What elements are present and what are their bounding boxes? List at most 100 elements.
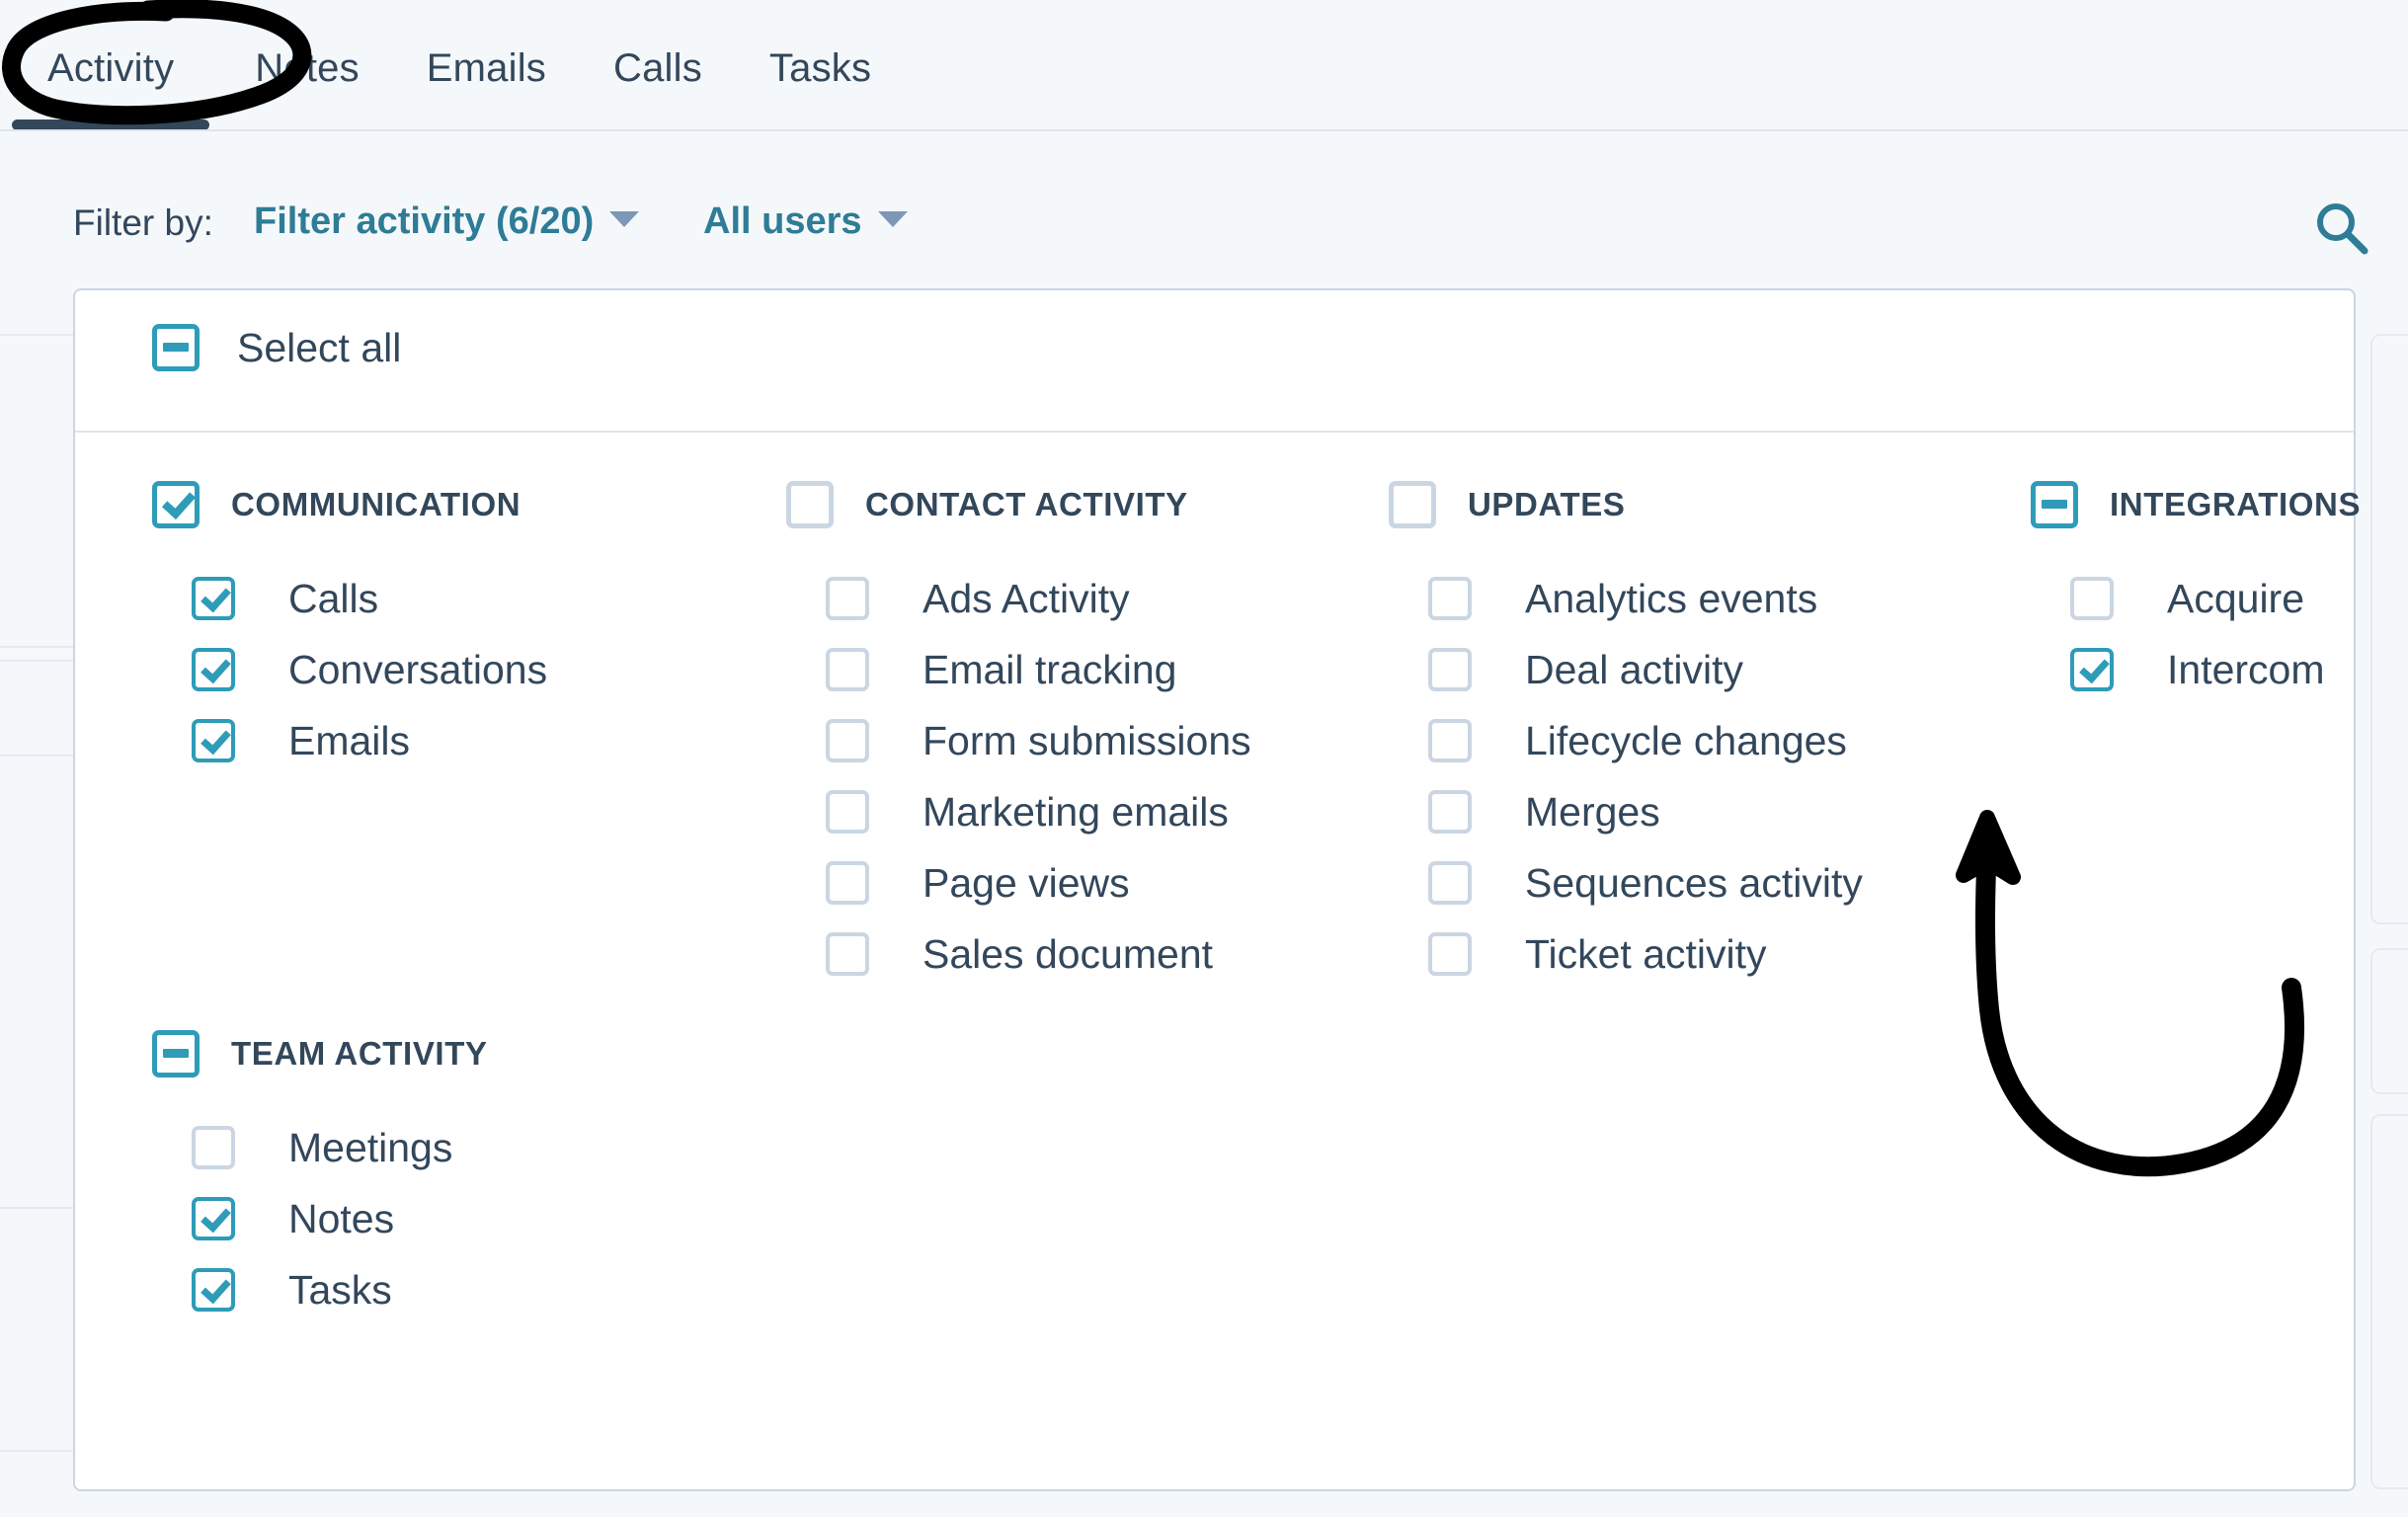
filter-activity-panel: Select all COMMUNICATION Calls Conversatio… xyxy=(73,288,2360,1491)
option-label: Notes xyxy=(288,1195,395,1241)
option-row-form-submissions[interactable]: Form submissions xyxy=(826,705,1379,776)
group-title: CONTACT ACTIVITY xyxy=(865,486,1188,522)
option-row-marketing-emails[interactable]: Marketing emails xyxy=(826,776,1379,847)
tab-emails[interactable]: Emails xyxy=(393,0,580,136)
checkbox-deal-activity[interactable] xyxy=(1428,648,1472,691)
group-header-updates[interactable]: UPDATES xyxy=(1389,472,2001,537)
all-users-dropdown[interactable]: All users xyxy=(703,200,908,243)
group-header-integrations[interactable]: INTEGRATIONS xyxy=(2031,472,2408,537)
checkbox-updates[interactable] xyxy=(1389,481,1436,528)
checkbox-integrations[interactable] xyxy=(2031,481,2078,528)
option-label: Page views xyxy=(923,859,1130,906)
option-label: Ads Activity xyxy=(923,575,1130,621)
option-row-merges[interactable]: Merges xyxy=(1428,776,2001,847)
checkbox-ads-activity[interactable] xyxy=(826,577,869,620)
checkbox-page-views[interactable] xyxy=(826,861,869,905)
tab-label: Notes xyxy=(255,45,360,90)
option-row-page-views[interactable]: Page views xyxy=(826,847,1379,918)
option-list-team-activity: Meetings Notes Tasks xyxy=(152,1112,705,1325)
tab-label: Emails xyxy=(426,45,547,90)
chevron-down-icon xyxy=(609,210,640,227)
option-row-sequences-activity[interactable]: Sequences activity xyxy=(1428,847,2001,918)
checkbox-email-tracking[interactable] xyxy=(826,648,869,691)
option-row-tasks[interactable]: Tasks xyxy=(192,1254,705,1325)
option-row-lifecycle-changes[interactable]: Lifecycle changes xyxy=(1428,705,2001,776)
option-row-email-tracking[interactable]: Email tracking xyxy=(826,634,1379,705)
background-card xyxy=(2370,1114,2408,1489)
option-row-notes[interactable]: Notes xyxy=(192,1183,705,1254)
option-row-sales-document[interactable]: Sales document xyxy=(826,918,1379,990)
checkbox-intercom[interactable] xyxy=(2070,648,2114,691)
option-row-conversations[interactable]: Conversations xyxy=(192,634,705,705)
group-title: COMMUNICATION xyxy=(231,486,522,522)
checkbox-ticket-activity[interactable] xyxy=(1428,932,1472,976)
checkbox-communication[interactable] xyxy=(152,481,200,528)
option-row-acquire[interactable]: Acquire xyxy=(2070,563,2408,634)
option-label: Form submissions xyxy=(923,717,1251,763)
tab-label: Tasks xyxy=(768,45,872,90)
option-row-meetings[interactable]: Meetings xyxy=(192,1112,705,1183)
option-label: Email tracking xyxy=(923,646,1177,692)
filter-column-1: COMMUNICATION Calls Conversations Emails TEA… xyxy=(152,472,705,1325)
tab-bar: Activity Notes Emails Calls Tasks xyxy=(0,0,2408,136)
panel-body: COMMUNICATION Calls Conversations Emails TEA… xyxy=(75,433,2360,1489)
option-label: Deal activity xyxy=(1525,646,1744,692)
checkbox-conversations[interactable] xyxy=(192,648,235,691)
checkbox-sequences-activity[interactable] xyxy=(1428,861,1472,905)
search-icon[interactable] xyxy=(2311,198,2372,259)
filter-column-3: UPDATES Analytics events Deal activity Life… xyxy=(1389,472,2001,990)
checkbox-select-all[interactable] xyxy=(152,324,200,371)
option-row-ads-activity[interactable]: Ads Activity xyxy=(826,563,1379,634)
option-row-calls[interactable]: Calls xyxy=(192,563,705,634)
checkbox-notes[interactable] xyxy=(192,1197,235,1240)
checkbox-emails[interactable] xyxy=(192,719,235,762)
checkbox-team-activity[interactable] xyxy=(152,1030,200,1078)
checkbox-form-submissions[interactable] xyxy=(826,719,869,762)
option-row-analytics-events[interactable]: Analytics events xyxy=(1428,563,2001,634)
checkbox-lifecycle-changes[interactable] xyxy=(1428,719,1472,762)
select-all-row[interactable]: Select all xyxy=(152,324,401,371)
checkbox-contact-activity[interactable] xyxy=(786,481,834,528)
group-header-contact-activity[interactable]: CONTACT ACTIVITY xyxy=(786,472,1379,537)
option-label: Marketing emails xyxy=(923,788,1229,835)
option-label: Analytics events xyxy=(1525,575,1818,621)
checkbox-analytics-events[interactable] xyxy=(1428,577,1472,620)
option-label: Intercom xyxy=(2167,646,2325,692)
group-header-team-activity[interactable]: TEAM ACTIVITY xyxy=(152,1021,705,1086)
option-row-emails[interactable]: Emails xyxy=(192,705,705,776)
tab-calls[interactable]: Calls xyxy=(580,0,736,136)
tab-label: Calls xyxy=(613,45,702,90)
checkbox-tasks[interactable] xyxy=(192,1268,235,1312)
option-label: Acquire xyxy=(2167,575,2305,621)
checkbox-acquire[interactable] xyxy=(2070,577,2114,620)
option-label: Merges xyxy=(1525,788,1660,835)
checkbox-merges[interactable] xyxy=(1428,790,1472,834)
checkbox-marketing-emails[interactable] xyxy=(826,790,869,834)
background-card xyxy=(2370,948,2408,1094)
group-title: TEAM ACTIVITY xyxy=(231,1035,488,1072)
option-list-updates: Analytics events Deal activity Lifecycle c… xyxy=(1389,563,2001,990)
all-users-label: All users xyxy=(703,200,862,242)
tab-tasks[interactable]: Tasks xyxy=(736,0,905,136)
tab-underline xyxy=(0,129,2408,131)
option-list-integrations: Acquire Intercom xyxy=(2031,563,2408,705)
option-label: Sequences activity xyxy=(1525,859,1863,906)
option-label: Ticket activity xyxy=(1525,930,1767,977)
option-label: Conversations xyxy=(288,646,548,692)
option-row-deal-activity[interactable]: Deal activity xyxy=(1428,634,2001,705)
checkbox-calls[interactable] xyxy=(192,577,235,620)
filter-column-4: INTEGRATIONS Acquire Intercom xyxy=(2031,472,2408,705)
filter-activity-dropdown[interactable]: Filter activity (6/20) xyxy=(254,200,640,243)
tab-activity[interactable]: Activity xyxy=(0,0,221,136)
tab-list: Activity Notes Emails Calls Tasks xyxy=(0,0,905,136)
option-row-intercom[interactable]: Intercom xyxy=(2070,634,2408,705)
group-header-communication[interactable]: COMMUNICATION xyxy=(152,472,705,537)
checkbox-meetings[interactable] xyxy=(192,1126,235,1169)
option-row-ticket-activity[interactable]: Ticket activity xyxy=(1428,918,2001,990)
filter-by-label: Filter by: xyxy=(73,202,213,243)
checkbox-sales-document[interactable] xyxy=(826,932,869,976)
option-list-contact-activity: Ads Activity Email tracking Form submissio… xyxy=(786,563,1379,990)
filter-column-2: CONTACT ACTIVITY Ads Activity Email tracki… xyxy=(786,472,1379,990)
tab-label: Activity xyxy=(47,45,175,90)
tab-notes[interactable]: Notes xyxy=(221,0,393,136)
